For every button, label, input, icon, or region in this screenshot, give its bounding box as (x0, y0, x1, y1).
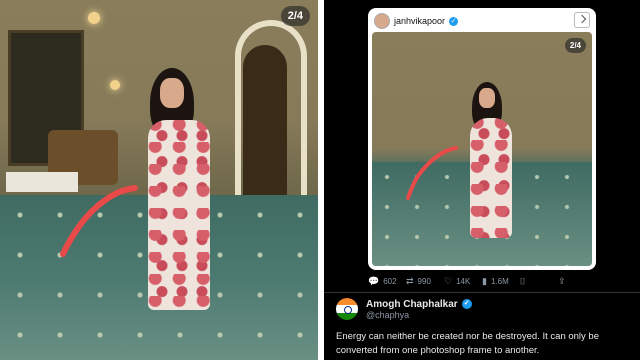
heart-icon: ♡ (444, 276, 453, 286)
views-icon: ▮ (482, 276, 487, 286)
floral-dress (148, 120, 210, 310)
left-photo: 2/4 (0, 0, 318, 360)
author-name[interactable]: Amogh Chaphalkar (366, 299, 458, 310)
share-stat[interactable]: ⇪ (558, 276, 596, 287)
quoted-avatar (374, 13, 390, 29)
quoted-username: janhvikapoor (394, 16, 446, 26)
lamp (110, 80, 120, 90)
views-stat[interactable]: ▮ 1.6M (482, 276, 520, 287)
quoted-photo[interactable]: 2/4 (372, 32, 592, 266)
retweet-stat[interactable]: ⇄ 990 (406, 276, 444, 287)
quoted-image-counter: 2/4 (564, 38, 586, 53)
quoted-floral-dress (470, 118, 512, 238)
author-handle[interactable]: @chaphya (366, 310, 472, 320)
woman-face (160, 78, 184, 108)
chakra-icon (344, 306, 352, 314)
separator (324, 292, 640, 293)
image-counter-badge: 2/4 (280, 6, 310, 26)
flag-avatar[interactable] (336, 298, 358, 320)
quoted-expand-icon[interactable] (574, 12, 590, 28)
red-annotation-stroke (60, 185, 138, 257)
quoted-red-annotation-stroke (406, 146, 458, 200)
quoted-instagram-card[interactable]: janhvikapoor ✓ 2/4 (368, 8, 596, 270)
share-icon: ⇪ (558, 276, 566, 286)
tweet-panel: janhvikapoor ✓ 2/4 💬 602 ⇄ 990 ♡ 14K ▮ 1… (324, 0, 640, 360)
bookmark-stat[interactable]: ⌷ (520, 276, 558, 287)
verified-icon: ✓ (461, 299, 472, 309)
doorway (243, 45, 287, 200)
lamp (88, 12, 100, 24)
reply-stat[interactable]: 💬 602 (368, 276, 406, 287)
like-stat[interactable]: ♡ 14K (444, 276, 482, 287)
quoted-woman-face (479, 88, 495, 108)
author-row[interactable]: Amogh Chaphalkar ✓ @chaphya (336, 298, 472, 320)
tweet-text: Energy can neither be created nor be des… (336, 331, 599, 356)
bookmark-icon: ⌷ (520, 276, 526, 286)
reply-icon: 💬 (368, 276, 380, 286)
retweet-icon: ⇄ (406, 276, 414, 286)
quoted-header: janhvikapoor ✓ (374, 12, 459, 30)
quoted-verified-icon: ✓ (449, 16, 459, 26)
engagement-stats: 💬 602 ⇄ 990 ♡ 14K ▮ 1.6M ⌷ ⇪ (368, 276, 638, 287)
